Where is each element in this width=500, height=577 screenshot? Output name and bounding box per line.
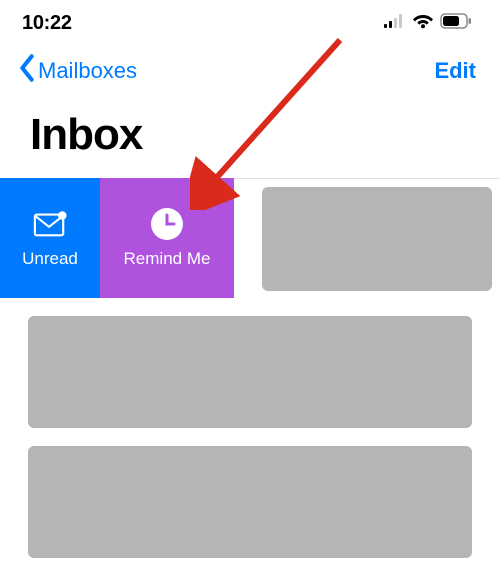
page-title: Inbox [0, 96, 500, 178]
status-time: 10:22 [22, 12, 72, 35]
mail-preview-placeholder [28, 446, 472, 558]
edit-button[interactable]: Edit [434, 58, 482, 84]
back-button[interactable]: Mailboxes [18, 54, 137, 88]
mail-row[interactable] [28, 446, 472, 558]
mail-row-swiped[interactable]: Unread Remind Me [0, 178, 500, 298]
mail-preview-placeholder [28, 316, 472, 428]
cellular-icon [384, 14, 406, 33]
mail-row[interactable] [28, 316, 472, 428]
unread-envelope-icon [33, 207, 67, 241]
nav-bar: Mailboxes Edit [0, 46, 500, 96]
battery-icon [440, 13, 472, 34]
status-bar: 10:22 [0, 0, 500, 46]
clock-icon [150, 207, 184, 241]
wifi-icon [412, 13, 434, 34]
swipe-unread-label: Unread [22, 249, 78, 269]
swipe-remind-label: Remind Me [124, 249, 211, 269]
chevron-left-icon [18, 54, 36, 88]
status-icons [384, 13, 472, 34]
back-label: Mailboxes [38, 58, 137, 84]
mail-row-content[interactable] [234, 178, 500, 298]
mail-list: Unread Remind Me [0, 178, 500, 558]
mail-preview-placeholder [262, 187, 492, 291]
swipe-action-unread[interactable]: Unread [0, 178, 100, 298]
swipe-action-remind[interactable]: Remind Me [100, 178, 234, 298]
